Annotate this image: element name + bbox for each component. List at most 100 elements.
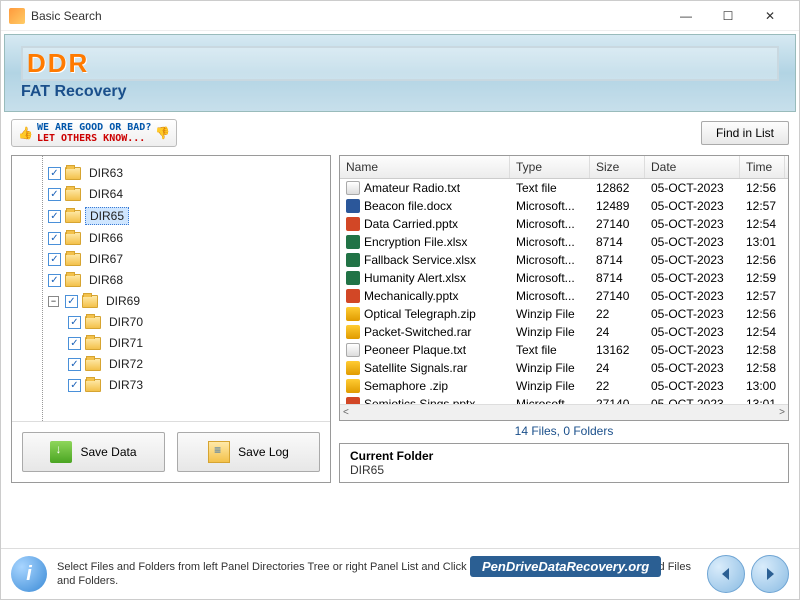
checkbox-icon[interactable]: ✓ bbox=[48, 253, 61, 266]
checkbox-icon[interactable]: ✓ bbox=[48, 274, 61, 287]
tree-node-dir69[interactable]: −✓ DIR69 bbox=[28, 291, 326, 311]
expander-icon[interactable]: − bbox=[48, 296, 59, 307]
file-row[interactable]: Humanity Alert.xlsxMicrosoft...871405-OC… bbox=[340, 269, 788, 287]
window-title: Basic Search bbox=[31, 9, 665, 23]
checkbox-icon[interactable]: ✓ bbox=[48, 232, 61, 245]
file-type: Microsoft... bbox=[510, 197, 590, 215]
checkbox-icon[interactable]: ✓ bbox=[65, 295, 78, 308]
col-type[interactable]: Type bbox=[510, 156, 590, 178]
tree-node-dir65[interactable]: ✓DIR65 bbox=[28, 205, 326, 227]
checkbox-icon[interactable]: ✓ bbox=[48, 167, 61, 180]
tree-node-dir73[interactable]: ✓ DIR73 bbox=[28, 375, 326, 395]
file-name: Optical Telegraph.zip bbox=[364, 307, 476, 321]
file-size: 22 bbox=[590, 305, 645, 323]
file-size: 24 bbox=[590, 323, 645, 341]
file-row[interactable]: Data Carried.pptxMicrosoft...2714005-OCT… bbox=[340, 215, 788, 233]
checkbox-icon[interactable]: ✓ bbox=[68, 337, 81, 350]
file-size: 13162 bbox=[590, 341, 645, 359]
col-name[interactable]: Name bbox=[340, 156, 510, 178]
ppt-file-icon bbox=[346, 289, 360, 303]
file-row[interactable]: Mechanically.pptxMicrosoft...2714005-OCT… bbox=[340, 287, 788, 305]
checkbox-icon[interactable]: ✓ bbox=[68, 316, 81, 329]
file-type: Microsoft... bbox=[510, 395, 590, 404]
checkbox-icon[interactable]: ✓ bbox=[48, 188, 61, 201]
file-time: 13:00 bbox=[740, 377, 785, 395]
tree-node-dir67[interactable]: ✓DIR67 bbox=[28, 249, 326, 269]
file-row[interactable]: Semiotics Sings.pptxMicrosoft...2714005-… bbox=[340, 395, 788, 404]
tree-node-dir70[interactable]: ✓ DIR70 bbox=[28, 312, 326, 332]
feedback-line1: WE ARE GOOD OR BAD? bbox=[37, 122, 151, 133]
tree-node-label: DIR69 bbox=[102, 293, 144, 309]
file-row[interactable]: Peoneer Plaque.txtText file1316205-OCT-2… bbox=[340, 341, 788, 359]
col-time[interactable]: Time bbox=[740, 156, 785, 178]
back-button[interactable] bbox=[707, 555, 745, 593]
save-data-label: Save Data bbox=[80, 445, 136, 459]
file-row[interactable]: Semaphore .zipWinzip File2205-OCT-202313… bbox=[340, 377, 788, 395]
save-log-button[interactable]: Save Log bbox=[177, 432, 320, 472]
tree-node-label: DIR66 bbox=[85, 230, 127, 246]
feedback-badge[interactable]: 👍 WE ARE GOOD OR BAD? LET OTHERS KNOW...… bbox=[11, 119, 177, 147]
file-row[interactable]: Fallback Service.xlsxMicrosoft...871405-… bbox=[340, 251, 788, 269]
minimize-button[interactable]: — bbox=[665, 2, 707, 30]
folder-icon bbox=[65, 188, 81, 201]
close-button[interactable]: ✕ bbox=[749, 2, 791, 30]
file-time: 12:56 bbox=[740, 251, 785, 269]
file-name: Beacon file.docx bbox=[364, 199, 452, 213]
save-icon bbox=[50, 441, 72, 463]
current-folder-panel: Current Folder DIR65 bbox=[339, 443, 789, 483]
app-icon bbox=[9, 8, 25, 24]
file-name: Satellite Signals.rar bbox=[364, 361, 467, 375]
tree-node-dir72[interactable]: ✓ DIR72 bbox=[28, 354, 326, 374]
tree-node-dir71[interactable]: ✓ DIR71 bbox=[28, 333, 326, 353]
maximize-button[interactable]: ☐ bbox=[707, 2, 749, 30]
tree-node-label: DIR70 bbox=[105, 314, 147, 330]
file-row[interactable]: Optical Telegraph.zipWinzip File2205-OCT… bbox=[340, 305, 788, 323]
file-size: 27140 bbox=[590, 287, 645, 305]
file-rows[interactable]: Amateur Radio.txtText file1286205-OCT-20… bbox=[340, 179, 788, 404]
find-in-list-button[interactable]: Find in List bbox=[701, 121, 789, 145]
col-date[interactable]: Date bbox=[645, 156, 740, 178]
directory-tree[interactable]: ✓DIR63✓DIR64✓DIR65✓DIR66✓DIR67✓DIR68−✓DI… bbox=[12, 156, 330, 421]
file-date: 05-OCT-2023 bbox=[645, 377, 740, 395]
column-headers[interactable]: Name Type Size Date Time bbox=[340, 156, 788, 179]
checkbox-icon[interactable]: ✓ bbox=[68, 358, 81, 371]
file-name: Encryption File.xlsx bbox=[364, 235, 467, 249]
file-time: 12:57 bbox=[740, 287, 785, 305]
file-row[interactable]: Packet-Switched.rarWinzip File2405-OCT-2… bbox=[340, 323, 788, 341]
checkbox-icon[interactable]: ✓ bbox=[48, 210, 61, 223]
file-name: Semiotics Sings.pptx bbox=[364, 397, 475, 404]
tree-node-dir63[interactable]: ✓DIR63 bbox=[28, 163, 326, 183]
watermark: PenDriveDataRecovery.org bbox=[470, 556, 661, 577]
file-date: 05-OCT-2023 bbox=[645, 341, 740, 359]
file-row[interactable]: Amateur Radio.txtText file1286205-OCT-20… bbox=[340, 179, 788, 197]
txt-file-icon bbox=[346, 181, 360, 195]
tree-node-dir68[interactable]: ✓DIR68 bbox=[28, 270, 326, 290]
col-size[interactable]: Size bbox=[590, 156, 645, 178]
tree-node-dir64[interactable]: ✓DIR64 bbox=[28, 184, 326, 204]
file-size: 27140 bbox=[590, 215, 645, 233]
horizontal-scrollbar[interactable]: <> bbox=[340, 404, 788, 420]
save-data-button[interactable]: Save Data bbox=[22, 432, 165, 472]
file-row[interactable]: Beacon file.docxMicrosoft...1248905-OCT-… bbox=[340, 197, 788, 215]
file-time: 13:01 bbox=[740, 395, 785, 404]
file-size: 12489 bbox=[590, 197, 645, 215]
folder-icon bbox=[65, 167, 81, 180]
file-row[interactable]: Encryption File.xlsxMicrosoft...871405-O… bbox=[340, 233, 788, 251]
tree-node-dir66[interactable]: ✓ DIR66 bbox=[28, 228, 326, 248]
log-icon bbox=[208, 441, 230, 463]
file-type: Microsoft... bbox=[510, 251, 590, 269]
file-type: Microsoft... bbox=[510, 215, 590, 233]
file-date: 05-OCT-2023 bbox=[645, 305, 740, 323]
file-type: Microsoft... bbox=[510, 233, 590, 251]
file-type: Winzip File bbox=[510, 359, 590, 377]
file-date: 05-OCT-2023 bbox=[645, 323, 740, 341]
tree-node-label: DIR72 bbox=[105, 356, 147, 372]
file-date: 05-OCT-2023 bbox=[645, 215, 740, 233]
checkbox-icon[interactable]: ✓ bbox=[68, 379, 81, 392]
file-list: Name Type Size Date Time Amateur Radio.t… bbox=[339, 155, 789, 421]
forward-button[interactable] bbox=[751, 555, 789, 593]
tree-node-label: DIR71 bbox=[105, 335, 147, 351]
file-row[interactable]: Satellite Signals.rarWinzip File2405-OCT… bbox=[340, 359, 788, 377]
tree-node-label: DIR73 bbox=[105, 377, 147, 393]
file-date: 05-OCT-2023 bbox=[645, 233, 740, 251]
